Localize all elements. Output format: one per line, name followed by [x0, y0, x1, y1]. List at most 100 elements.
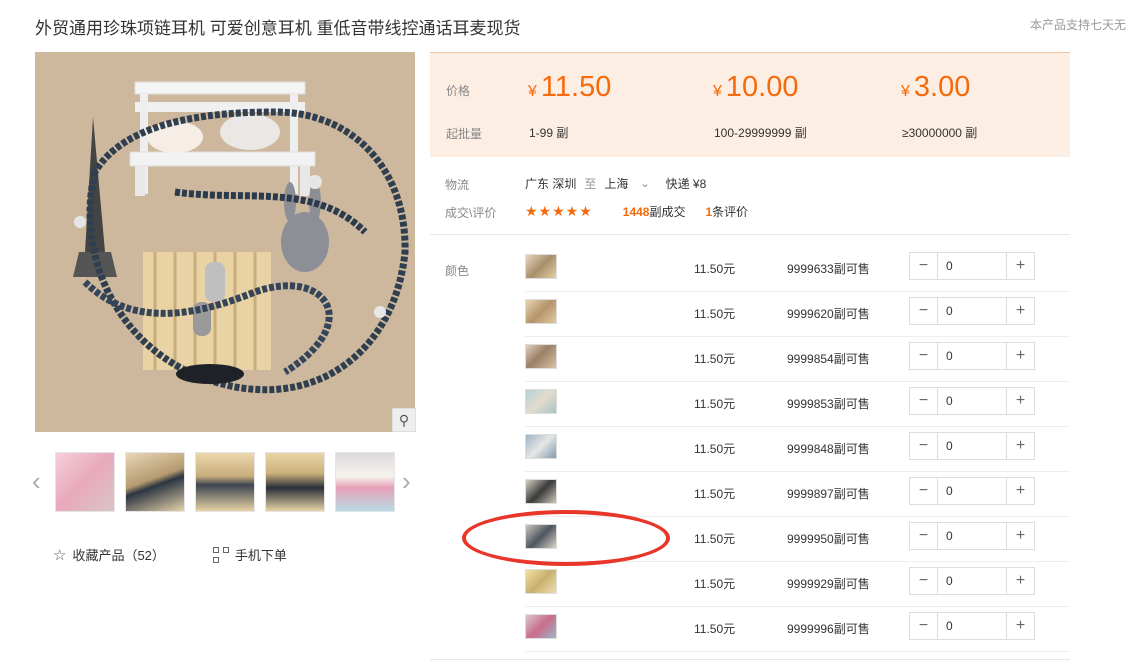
sku-image[interactable] [525, 389, 557, 414]
product-title: 外贸通用珍珠项链耳机 可爱创意耳机 重低音带线控通话耳麦现货 [35, 19, 521, 38]
quantity-input[interactable]: 0 [937, 388, 1007, 414]
logistics-info: 广东 深圳 至 上海 ⌄ 快递 ¥8 [525, 175, 706, 192]
sku-image[interactable] [525, 479, 557, 504]
chevron-down-icon[interactable]: ⌄ [640, 177, 649, 190]
sku-stock: 9999633副可售 [787, 262, 870, 276]
minus-button[interactable]: − [910, 433, 937, 459]
sku-price: 11.50元 [694, 532, 736, 546]
quantity-stepper[interactable]: −0 + [909, 612, 1035, 640]
sku-image[interactable] [525, 524, 557, 549]
divider [430, 234, 1070, 235]
quantity-stepper[interactable]: −0 + [909, 342, 1035, 370]
tier-price: ¥3.00 [901, 71, 971, 103]
thumbnail[interactable] [265, 452, 325, 512]
sku-stock: 9999897副可售 [787, 487, 870, 501]
quantity-input[interactable]: 0 [937, 298, 1007, 324]
sku-image[interactable] [525, 614, 557, 639]
mobile-order-label: 手机下单 [234, 548, 287, 563]
minus-button[interactable]: − [910, 253, 937, 279]
quantity-stepper[interactable]: −0 + [909, 522, 1035, 550]
tier-range: 100-29999999 副 [714, 126, 807, 140]
minus-button[interactable]: − [910, 478, 937, 504]
origin: 广东 深圳 [525, 177, 577, 191]
minus-button[interactable]: − [910, 343, 937, 369]
quantity-input[interactable]: 0 [937, 478, 1007, 504]
quantity-stepper[interactable]: −0 + [909, 297, 1035, 325]
minus-button[interactable]: − [910, 568, 937, 594]
sku-stock: 9999848副可售 [787, 442, 870, 456]
sku-row: 11.50元 9999950副可售 −0 + [525, 517, 1070, 562]
divider [430, 659, 1070, 660]
plus-button[interactable]: + [1007, 253, 1034, 279]
review-count[interactable]: 1 [705, 205, 712, 219]
chevron-left-icon[interactable]: ‹ [32, 468, 41, 494]
thumbnail[interactable] [125, 452, 185, 512]
sku-image[interactable] [525, 569, 557, 594]
plus-button[interactable]: + [1007, 568, 1034, 594]
minus-button[interactable]: − [910, 613, 937, 639]
quantity-input[interactable]: 0 [937, 253, 1007, 279]
sku-stock: 9999929副可售 [787, 577, 870, 591]
favorite-label: 收藏产品（52） [72, 548, 165, 563]
thumbnail[interactable] [55, 452, 115, 512]
quantity-input[interactable]: 0 [937, 613, 1007, 639]
quantity-stepper[interactable]: −0 + [909, 387, 1035, 415]
sku-row: 11.50元 9999996副可售 −0 + [525, 607, 1070, 652]
plus-button[interactable]: + [1007, 388, 1034, 414]
tier-price: ¥10.00 [713, 71, 799, 103]
magnifier-icon[interactable]: ⚲ [392, 408, 416, 432]
sku-price: 11.50元 [694, 622, 736, 636]
support-notice: 本产品支持七天无 [1030, 18, 1127, 32]
to-word: 至 [584, 177, 597, 191]
plus-button[interactable]: + [1007, 478, 1034, 504]
plus-button[interactable]: + [1007, 433, 1034, 459]
sku-row: 11.50元 9999854副可售 −0 + [525, 337, 1070, 382]
product-actions: ☆ 收藏产品（52） 手机下单 [53, 545, 287, 564]
plus-button[interactable]: + [1007, 298, 1034, 324]
plus-button[interactable]: + [1007, 343, 1034, 369]
destination-select[interactable]: 上海 [604, 175, 628, 192]
minus-button[interactable]: − [910, 523, 937, 549]
quantity-input[interactable]: 0 [937, 343, 1007, 369]
sku-row: 11.50元 9999620副可售 −0 + [525, 292, 1070, 337]
sku-row: 11.50元 9999929副可售 −0 + [525, 562, 1070, 607]
minus-button[interactable]: − [910, 388, 937, 414]
tier-range: 1-99 副 [529, 126, 569, 140]
sku-image[interactable] [525, 299, 557, 324]
main-product-image[interactable] [35, 52, 415, 432]
quantity-stepper[interactable]: −0 + [909, 252, 1035, 280]
deal-suffix: 副成交 [649, 205, 686, 219]
favorite-button[interactable]: ☆ 收藏产品（52） [53, 545, 165, 564]
sku-stock: 9999854副可售 [787, 352, 870, 366]
sku-row: 11.50元 9999633副可售 −0 + [525, 247, 1070, 292]
thumbnail[interactable] [335, 452, 395, 512]
sku-row: 11.50元 9999853副可售 −0 + [525, 382, 1070, 427]
quantity-input[interactable]: 0 [937, 523, 1007, 549]
star-outline-icon: ☆ [53, 546, 67, 564]
quantity-stepper[interactable]: −0 + [909, 567, 1035, 595]
logistics-label: 物流 [445, 178, 470, 192]
sku-image[interactable] [525, 344, 557, 369]
review-suffix[interactable]: 条评价 [712, 203, 748, 220]
quantity-stepper[interactable]: −0 + [909, 477, 1035, 505]
price-label: 价格 [446, 84, 471, 98]
sku-price: 11.50元 [694, 487, 736, 501]
sku-image[interactable] [525, 434, 557, 459]
minus-button[interactable]: − [910, 298, 937, 324]
quantity-input[interactable]: 0 [937, 433, 1007, 459]
quantity-stepper[interactable]: −0 + [909, 432, 1035, 460]
plus-button[interactable]: + [1007, 613, 1034, 639]
plus-button[interactable]: + [1007, 523, 1034, 549]
thumbnail[interactable] [195, 452, 255, 512]
thumbnail-strip [55, 452, 395, 512]
sku-price: 11.50元 [694, 352, 736, 366]
sku-price: 11.50元 [694, 577, 736, 591]
sku-stock: 9999853副可售 [787, 397, 870, 411]
sku-image[interactable] [525, 254, 557, 279]
mobile-order-button[interactable]: 手机下单 [212, 545, 287, 564]
moq-label: 起批量 [446, 127, 483, 141]
color-label: 颜色 [445, 264, 470, 278]
sku-stock: 9999950副可售 [787, 532, 870, 546]
quantity-input[interactable]: 0 [937, 568, 1007, 594]
chevron-right-icon[interactable]: › [402, 468, 411, 494]
